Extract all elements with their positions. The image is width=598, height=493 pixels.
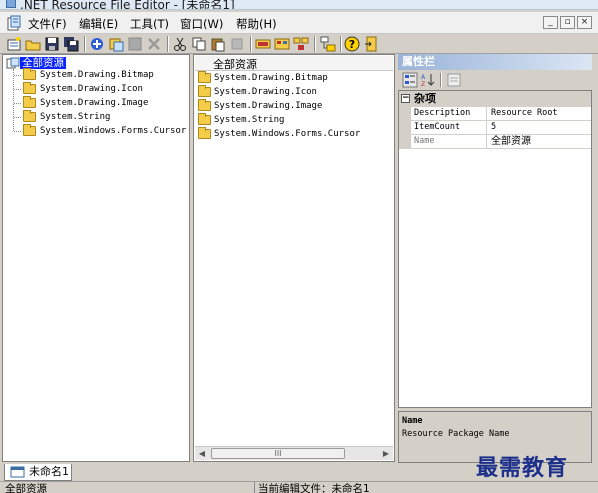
status-bar: 全部资源 当前编辑文件：未命名1 xyxy=(0,481,598,493)
folder-icon xyxy=(198,113,211,125)
toolbar-separator xyxy=(340,36,342,52)
save-icon[interactable] xyxy=(44,36,60,52)
properties-header: 属性栏 xyxy=(398,54,592,70)
collapse-icon[interactable]: − xyxy=(401,94,410,103)
toolbar-separator xyxy=(167,36,169,52)
folder-icon xyxy=(23,124,36,136)
svg-text:Z: Z xyxy=(421,81,425,88)
toolbar: ? xyxy=(0,34,598,54)
document-tab[interactable]: 未命名1 xyxy=(4,464,72,481)
help-icon[interactable]: ? xyxy=(344,36,360,52)
horizontal-scrollbar[interactable]: ◀ III ▶ xyxy=(195,446,393,460)
document-icon[interactable] xyxy=(6,15,22,31)
menu-window[interactable]: 窗口(W) xyxy=(180,16,223,32)
folder-icon xyxy=(198,99,211,111)
description-title: Name xyxy=(402,416,423,426)
menu-edit[interactable]: 编辑(E) xyxy=(79,16,118,32)
mdi-restore-button[interactable]: ▫ xyxy=(560,16,575,29)
description-text: Resource Package Name xyxy=(402,429,510,439)
toolbar-separator xyxy=(314,36,316,52)
scroll-right-icon[interactable]: ▶ xyxy=(380,448,392,460)
tree-line xyxy=(13,69,14,131)
status-right: 当前编辑文件：未命名1 xyxy=(254,482,370,493)
scroll-thumb[interactable]: III xyxy=(211,448,345,459)
svg-text:A: A xyxy=(421,74,426,81)
paste-icon[interactable] xyxy=(210,36,226,52)
toolbar-separator xyxy=(250,36,252,52)
list-header-label: 全部资源 xyxy=(213,58,257,71)
property-grid[interactable]: − 杂项 Description Resource Root ItemCount… xyxy=(398,90,592,408)
view-b-icon[interactable] xyxy=(274,36,290,52)
delete-icon[interactable] xyxy=(146,36,162,52)
cut-icon[interactable] xyxy=(172,36,188,52)
folder-icon xyxy=(198,127,211,139)
toolbar-separator xyxy=(84,36,86,52)
mdi-minimize-button[interactable]: _ xyxy=(543,16,558,29)
property-category[interactable]: − 杂项 xyxy=(399,91,591,107)
property-row-name[interactable]: Name 全部资源 xyxy=(399,135,591,149)
disabled-icon-2[interactable] xyxy=(229,36,245,52)
window-title: .NET Resource File Editor - [未命名1] xyxy=(20,0,235,10)
folder-icon xyxy=(23,68,36,80)
list-column-header[interactable]: 全部资源 xyxy=(195,56,393,71)
view-c-icon[interactable] xyxy=(293,36,309,52)
mdi-close-button[interactable]: × xyxy=(577,16,592,29)
menu-help[interactable]: 帮助(H) xyxy=(236,16,277,32)
copy-icon[interactable] xyxy=(191,36,207,52)
sort-alpha-icon[interactable]: AZ xyxy=(420,72,436,88)
menu-tools[interactable]: 工具(T) xyxy=(130,16,169,32)
resource-root-icon xyxy=(6,57,20,69)
save-all-icon[interactable] xyxy=(63,36,79,52)
svg-text:?: ? xyxy=(349,38,355,51)
menu-file[interactable]: 文件(F) xyxy=(28,16,67,32)
menu-bar: 文件(F) 编辑(E) 工具(T) 窗口(W) 帮助(H) _ ▫ × xyxy=(0,12,598,34)
new-project-icon[interactable] xyxy=(6,36,22,52)
add-file-icon[interactable] xyxy=(108,36,124,52)
disabled-icon[interactable] xyxy=(127,36,143,52)
watermark: 最需教育 xyxy=(476,455,569,481)
scroll-left-icon[interactable]: ◀ xyxy=(196,448,208,460)
add-resource-icon[interactable] xyxy=(89,36,105,52)
folder-icon xyxy=(198,71,211,83)
document-tab-icon xyxy=(10,466,25,478)
view-a-icon[interactable] xyxy=(255,36,271,52)
folder-icon xyxy=(198,85,211,97)
title-bar: .NET Resource File Editor - [未命名1] xyxy=(0,0,598,10)
folder-icon xyxy=(23,82,36,94)
open-folder-icon[interactable] xyxy=(25,36,41,52)
app-icon xyxy=(6,0,16,8)
resource-list[interactable]: 全部资源 System.Drawing.Bitmap System.Drawin… xyxy=(193,54,395,462)
property-row-itemcount[interactable]: ItemCount 5 xyxy=(399,121,591,135)
exit-icon[interactable] xyxy=(364,36,380,52)
tree-icon[interactable] xyxy=(320,36,336,52)
property-pages-icon[interactable] xyxy=(446,72,462,88)
property-row-description[interactable]: Description Resource Root xyxy=(399,107,591,121)
folder-icon xyxy=(23,96,36,108)
properties-toolbar: AZ xyxy=(398,70,592,90)
folder-icon xyxy=(23,110,36,122)
status-left: 全部资源 xyxy=(5,483,47,493)
categorized-icon[interactable] xyxy=(402,72,418,88)
resource-tree[interactable]: 全部资源 System.Drawing.Bitmap System.Drawin… xyxy=(2,54,190,462)
toolbar-separator xyxy=(440,73,442,87)
